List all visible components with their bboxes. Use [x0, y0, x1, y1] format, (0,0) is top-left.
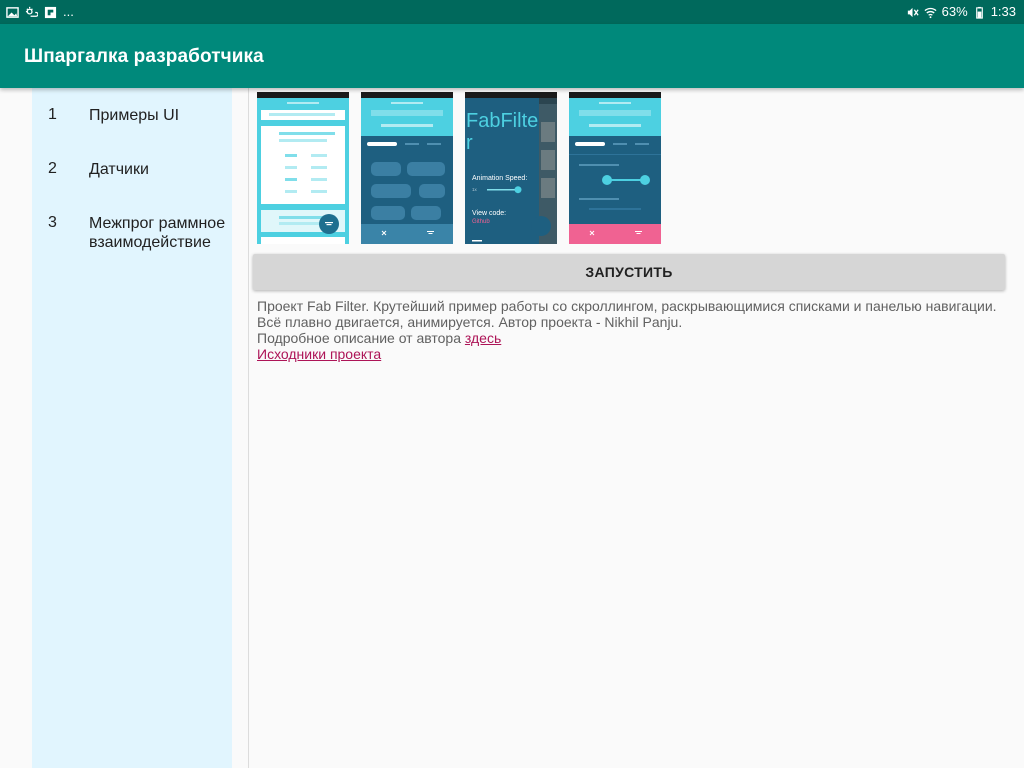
- preview-image-3: FabFilte r Animation Speed: 1x View code…: [465, 92, 557, 244]
- flipboard-icon: [44, 6, 57, 18]
- battery-icon: [975, 6, 983, 19]
- description-line-4: Исходники проекта: [257, 346, 997, 362]
- notification-more: ...: [63, 4, 74, 19]
- shot3-title-line1: FabFilte: [466, 110, 538, 132]
- project-description: Проект Fab Filter. Крутейший пример рабо…: [257, 298, 997, 362]
- preview-screenshot-3[interactable]: FabFilte r Animation Speed: 1x View code…: [465, 92, 557, 244]
- description-line-3: Подробное описание от автора здесь: [257, 330, 997, 346]
- preview-gallery: FabFilte r Animation Speed: 1x View code…: [257, 92, 661, 244]
- preview-image-1: [257, 92, 349, 244]
- preview-image-4: [569, 92, 661, 244]
- preview-image-2: [361, 92, 453, 244]
- shot3-title-line2: r: [466, 132, 473, 154]
- preview-screenshot-4[interactable]: [569, 92, 661, 244]
- sidebar-item-label: Примеры UI: [89, 107, 180, 124]
- sidebar-item-number: 3: [48, 214, 57, 231]
- description-line-1: Проект Fab Filter. Крутейший пример рабо…: [257, 298, 997, 314]
- sidebar-item-label: Межпрог раммное взаимодействие: [89, 215, 226, 251]
- preview-screenshot-1[interactable]: [257, 92, 349, 244]
- sidebar-item-number: 2: [48, 160, 57, 177]
- source-code-link[interactable]: Исходники проекта: [257, 346, 381, 362]
- status-bar: ... 63% 1:33: [0, 0, 1024, 24]
- sidebar: 1 Примеры UI 2 Датчики 3 Межпрог раммное…: [32, 88, 232, 768]
- mute-icon: [907, 7, 919, 17]
- status-bar-right: 63% 1:33: [906, 4, 1016, 20]
- app-title: Шпаргалка разработчика: [24, 46, 264, 67]
- weather-icon: [25, 6, 38, 17]
- preview-screenshot-2[interactable]: [361, 92, 453, 244]
- sidebar-item-number: 1: [48, 106, 57, 123]
- author-details-link[interactable]: здесь: [465, 330, 501, 346]
- description-line-2: Всё плавно двигается, анимируется. Автор…: [257, 314, 683, 330]
- shot3-speed-value: 1x: [472, 187, 478, 192]
- clock: 1:33: [990, 4, 1016, 19]
- image-icon: [6, 6, 19, 18]
- content-divider: [248, 88, 249, 768]
- shot3-view-link: Github: [472, 219, 490, 225]
- status-bar-left: ...: [6, 4, 74, 20]
- shot3-view-label: View code:: [472, 210, 506, 217]
- app-bar: Шпаргалка разработчика: [0, 24, 1024, 88]
- wifi-icon: [924, 7, 937, 18]
- battery-percent: 63%: [941, 4, 968, 19]
- sidebar-item-label: Датчики: [89, 161, 149, 178]
- shot3-speed-label: Animation Speed:: [472, 175, 527, 182]
- run-button[interactable]: ЗАПУСТИТЬ: [253, 254, 1005, 290]
- description-line-3-text: Подробное описание от автора: [257, 330, 465, 346]
